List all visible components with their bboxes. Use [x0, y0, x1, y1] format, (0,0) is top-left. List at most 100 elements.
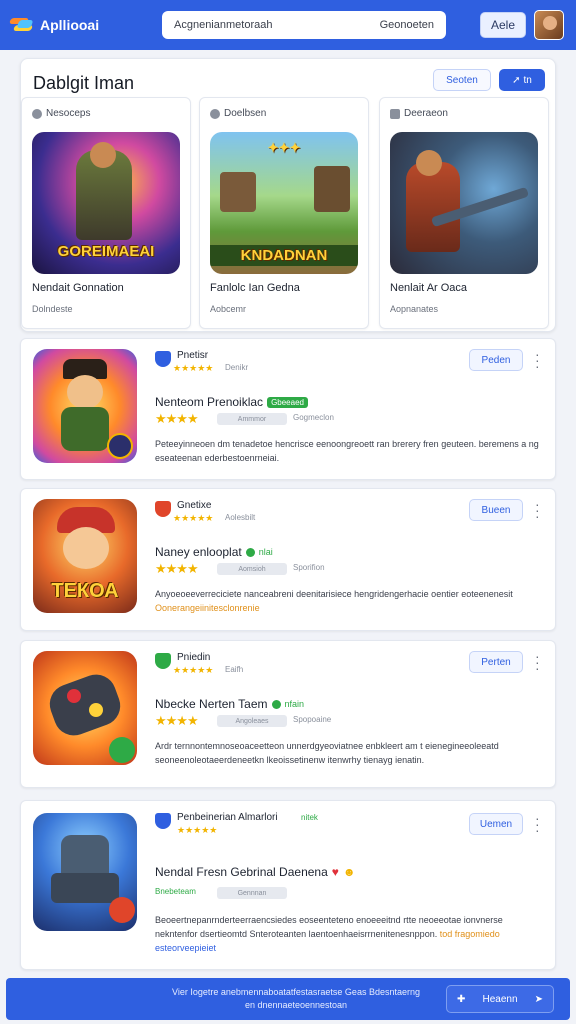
featured-card-subtitle: Aobcemr — [210, 304, 247, 314]
panel-fill-button-label: tn — [523, 74, 532, 86]
featured-card[interactable]: Nesoceps GOREIMAEAI Nendait Gonnation Do… — [21, 97, 191, 329]
rating-stars-small: ★★★★★ — [173, 513, 214, 523]
install-button[interactable]: Uemen — [469, 813, 523, 835]
featured-game-art: ✦✦✦ KNDADNAN — [210, 132, 358, 274]
app-publisher: Gnetixe — [177, 500, 212, 511]
app-description: Peteeyinneoen dm tenadetoe hencrisce een… — [155, 439, 539, 463]
arrow-icon: ➤ — [534, 993, 543, 1005]
app-description-highlight: Oonerangeiinitesclonrenie — [155, 603, 260, 613]
app-meta-secondary: Spopoaine — [293, 715, 332, 724]
app-meta-secondary: Sporifion — [293, 563, 325, 572]
plus-icon: ✚ — [457, 993, 466, 1005]
featured-art-label: GOREIMAEAI — [57, 243, 155, 260]
app-tag: Aomsioh — [217, 563, 287, 575]
app-tag: Angoleaes — [217, 715, 287, 727]
app-meta-secondary: Gogmeclon — [293, 413, 334, 422]
logo-icon — [8, 16, 36, 34]
app-meta: Aolesbilt — [225, 513, 256, 522]
install-button[interactable]: Peden — [469, 349, 523, 371]
install-button[interactable]: Bueen — [469, 499, 523, 521]
logo[interactable]: Aplliooai — [8, 16, 160, 34]
publisher-shield-icon — [155, 653, 171, 669]
heart-icon: ♥ — [331, 865, 339, 879]
featured-card[interactable]: Deeraeon Nenlait Ar Oaca Aopnanates — [379, 97, 549, 329]
lock-icon — [390, 108, 400, 119]
app-publisher: Penbeinerian Almarlori — [177, 812, 278, 823]
app-description-mid: tod fragomiedo — [439, 929, 500, 939]
app-icon: ТЕКОА — [33, 499, 137, 613]
app-description-highlight: esteorveepieiet — [155, 943, 217, 953]
app-title: Nenteom Prenoiklac — [155, 395, 264, 409]
rating-stars: ★★★★ — [155, 411, 199, 426]
rating-stars-small: ★★★★★ — [177, 825, 218, 835]
featured-card-title: Fanlolc Ian Gedna — [210, 282, 300, 294]
rating-stars: ★★★★ — [155, 561, 199, 576]
featured-card[interactable]: Doelbsen ✦✦✦ KNDADNAN Fanlolc Ian Gedna … — [199, 97, 369, 329]
featured-card-category: Deeraeon — [404, 108, 448, 119]
verified-icon — [271, 699, 281, 709]
app-description: Anyoeoeeverreciciete nanceabreni deenita… — [155, 589, 513, 599]
app-meta: Eaifh — [225, 665, 244, 674]
chat-icon — [210, 108, 220, 119]
app-description: Ardr ternnontemnoseoaceetteon unnerdgyeo… — [155, 741, 499, 765]
app-badge: Gbeeaed — [267, 396, 308, 408]
install-button[interactable]: Perten — [469, 651, 523, 673]
bottom-action-button[interactable]: ✚ Heaenn ➤ — [446, 985, 554, 1013]
featured-card-category: Doelbsen — [224, 108, 267, 119]
help-button[interactable]: Aele — [480, 12, 526, 38]
top-bar: Aplliooai Acgnenianmetoraah Geonoeten Ae… — [0, 0, 576, 50]
app-publisher: Pniedin — [177, 652, 211, 663]
featured-card-subtitle: Aopnanates — [390, 304, 439, 314]
avatar[interactable] — [534, 10, 564, 40]
featured-card-category: Nesoceps — [46, 108, 91, 119]
featured-game-art: GOREIMAEAI — [32, 132, 180, 274]
rating-stars-small: ★★★★★ — [173, 363, 214, 373]
app-list-item[interactable]: ТЕКОА Gnetixe ★★★★★ Aolesbilt Naney enlo… — [20, 488, 556, 631]
more-options-icon[interactable]: · · · — [535, 347, 540, 373]
panel-title: Dablgit Iman — [33, 73, 135, 93]
app-icon — [33, 651, 137, 765]
search-input[interactable]: Acgnenianmetoraah Geonoeten — [162, 11, 446, 39]
featured-card-title: Nenlait Ar Oaca — [390, 282, 468, 294]
app-icon — [33, 349, 137, 463]
app-list-item[interactable]: Penbeinerian Almarlori ★★★★★ nitek Nenda… — [20, 800, 556, 970]
bottom-action-label: Heaenn — [482, 993, 518, 1005]
bottom-bar: Vier Iogetre anebmennaboatatfestasraetse… — [6, 978, 570, 1020]
publisher-shield-icon — [155, 501, 171, 517]
rating-stars: ★★★★ — [155, 713, 199, 728]
app-title: Naney enlooplat — [155, 545, 242, 559]
app-badge: nlai — [258, 547, 273, 557]
app-badge: nfain — [284, 699, 305, 709]
featured-art-label: KNDADNAN — [210, 245, 358, 266]
rating-stars-small: ★★★★★ — [173, 665, 214, 675]
publisher-shield-icon — [155, 351, 171, 367]
verified-icon — [245, 547, 255, 557]
app-meta: nitek — [301, 813, 318, 822]
app-title: Nbecke Nerten Taem — [155, 697, 268, 711]
search-placeholder: Acgnenianmetoraah — [174, 19, 273, 31]
app-publisher: Pnetisr — [177, 350, 209, 361]
emoji-icon: ☻ — [342, 865, 356, 879]
app-mini-label: Bnebeteam — [155, 887, 196, 896]
app-icon — [33, 813, 137, 931]
featured-panel: Dablgit Iman Seoten ➚ tn Nesoceps GOREIM… — [20, 58, 556, 332]
featured-card-subtitle: Dolndeste — [32, 304, 73, 314]
app-title: Nendal Fresn Gebrinal Daenena — [155, 865, 328, 879]
more-options-icon[interactable]: · · · — [535, 811, 540, 837]
app-list-item[interactable]: Pnetisr ★★★★★ Denikr Nenteom Prenoiklac … — [20, 338, 556, 480]
panel-fill-button[interactable]: ➚ tn — [499, 69, 545, 91]
featured-game-art — [390, 132, 538, 274]
app-tag: Ammmor — [217, 413, 287, 425]
rocket-icon: ➚ — [512, 74, 521, 86]
bottom-bar-text: Vier Iogetre anebmennaboatatfestasraetse… — [171, 987, 420, 1010]
logo-text: Aplliooai — [40, 17, 100, 33]
publisher-shield-icon — [155, 813, 171, 829]
panel-outline-button[interactable]: Seoten — [433, 69, 491, 91]
app-meta: Denikr — [225, 363, 249, 372]
app-list-item[interactable]: Pniedin ★★★★★ Eaifh Nbecke Nerten Taem n… — [20, 640, 556, 788]
app-tag: Gennnan — [217, 887, 287, 899]
featured-card-title: Nendait Gonnation — [32, 282, 124, 294]
more-options-icon[interactable]: · · · — [535, 497, 540, 523]
app-icon-text: ТЕКОА — [51, 580, 119, 602]
more-options-icon[interactable]: · · · — [535, 649, 540, 675]
